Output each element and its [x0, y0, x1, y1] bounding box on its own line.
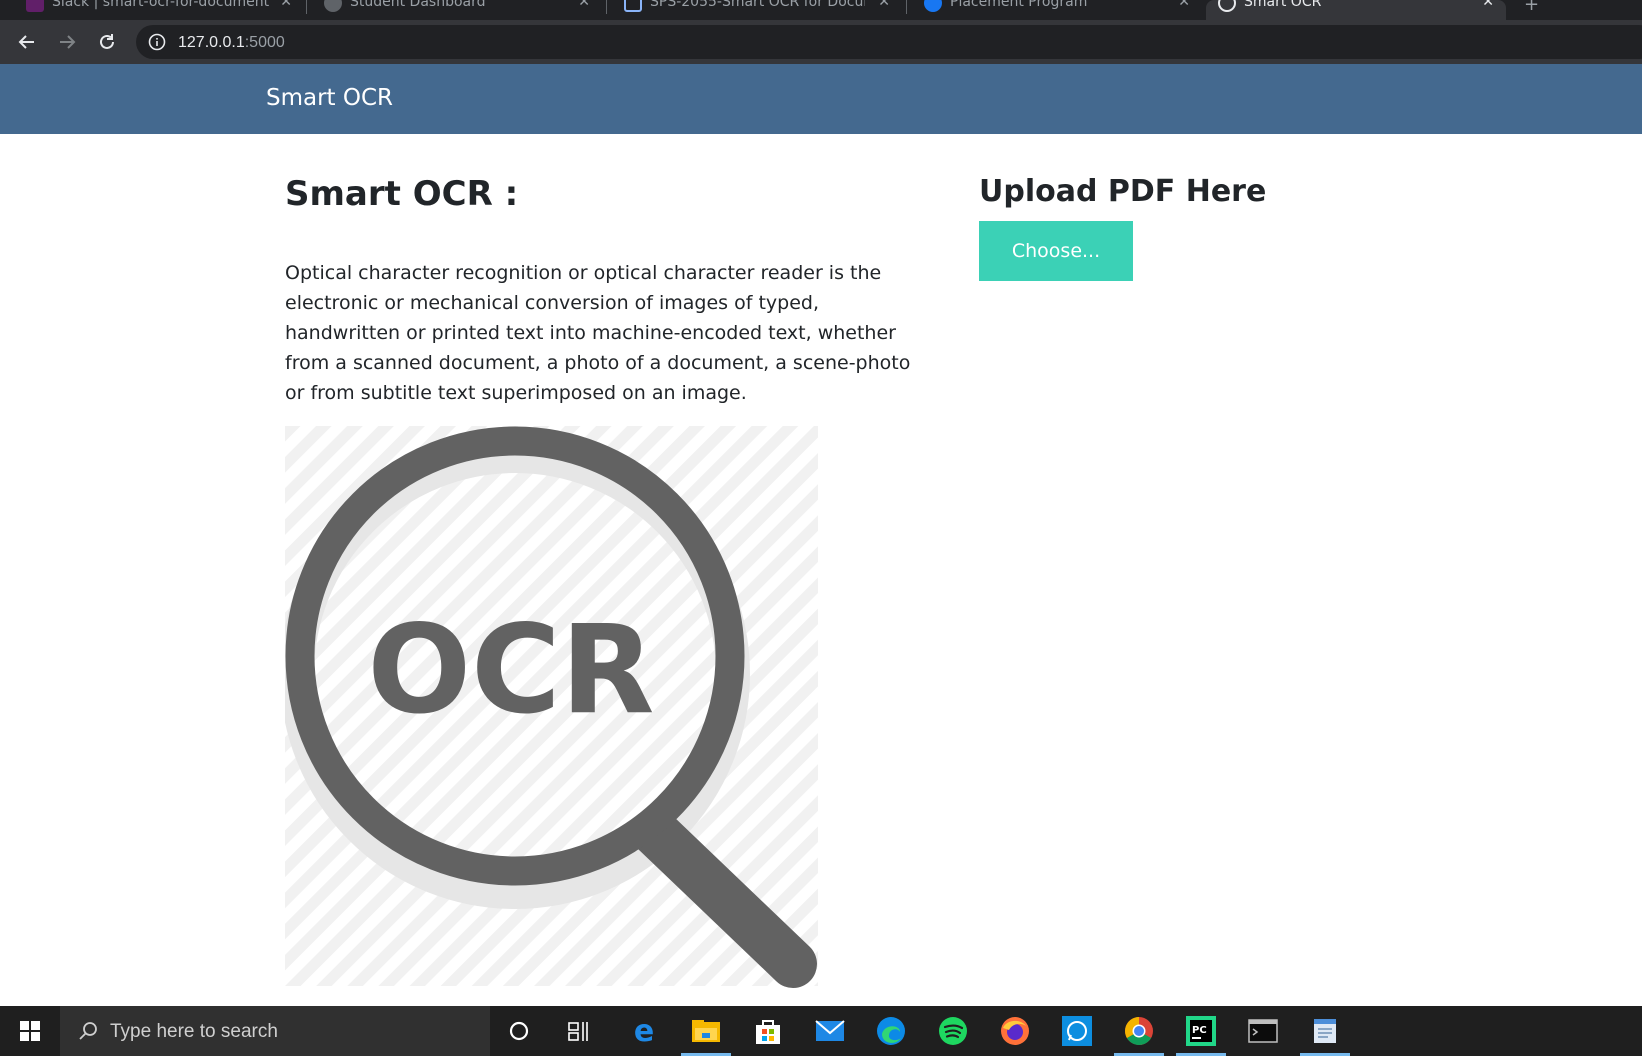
taskbar-search-box[interactable]: Type here to search — [60, 1006, 490, 1056]
edge-legacy-icon[interactable]: e — [628, 1014, 660, 1049]
placement-icon — [924, 0, 942, 12]
globe-icon — [324, 0, 342, 12]
windows-logo-icon — [20, 1021, 40, 1041]
reload-button[interactable] — [93, 28, 121, 56]
close-tab-icon[interactable]: ✕ — [878, 0, 890, 10]
reload-icon — [100, 34, 114, 49]
whatsapp-icon[interactable] — [1061, 1015, 1093, 1047]
tab-separator — [606, 0, 607, 14]
tab-title: Smart OCR — [1244, 0, 1322, 10]
document-icon — [624, 0, 642, 12]
navbar-brand[interactable]: Smart OCR — [266, 85, 393, 111]
mail-icon[interactable] — [814, 1015, 846, 1047]
back-button[interactable] — [13, 28, 41, 56]
tab-separator — [906, 0, 907, 14]
address-bar[interactable]: 127.0.0.1:5000 — [136, 25, 1642, 59]
arrow-left-icon — [18, 35, 34, 49]
browser-tab-slack[interactable]: Slack | smart-ocr-for-document ✕ — [14, 0, 304, 20]
hero-ocr-text: OCR — [367, 599, 654, 741]
close-tab-icon[interactable]: ✕ — [280, 0, 292, 10]
pycharm-icon[interactable]: PC — [1185, 1015, 1217, 1047]
info-icon[interactable] — [148, 33, 166, 51]
tab-title: Student Dashboard — [350, 0, 486, 10]
page-content: Smart OCR : Optical character recognitio… — [0, 134, 1642, 1006]
url-host: 127.0.0.1 — [178, 34, 245, 51]
arrow-right-icon — [60, 35, 76, 49]
browser-tab-placement[interactable]: Placement Program ✕ — [912, 0, 1202, 20]
tab-separator — [306, 0, 307, 14]
browser-tab-sps[interactable]: SPS-2055-Smart OCR for Docum ✕ — [612, 0, 902, 20]
search-icon — [79, 1022, 97, 1040]
spotify-icon[interactable] — [937, 1015, 969, 1047]
task-view-icon[interactable] — [563, 1015, 595, 1047]
tab-title: Slack | smart-ocr-for-document — [52, 0, 270, 10]
browser-tab-smart-ocr[interactable]: Smart OCR ✕ — [1206, 0, 1506, 20]
taskbar-search-placeholder: Type here to search — [110, 1021, 278, 1042]
upload-title: Upload PDF Here — [979, 174, 1267, 209]
terminal-icon[interactable] — [1247, 1015, 1279, 1047]
edge-icon[interactable] — [875, 1015, 907, 1047]
file-explorer-icon[interactable] — [690, 1015, 722, 1047]
svg-text:PC: PC — [1192, 1025, 1207, 1036]
site-navbar: Smart OCR — [0, 64, 1642, 134]
start-button[interactable] — [0, 1006, 60, 1056]
windows-taskbar: Type here to search e PC — [0, 1006, 1642, 1056]
new-tab-icon[interactable]: + — [1524, 0, 1539, 15]
chrome-icon[interactable] — [1123, 1015, 1155, 1047]
url-port: :5000 — [244, 34, 285, 51]
browser-tab-strip: Slack | smart-ocr-for-document ✕ Student… — [0, 0, 1642, 20]
close-tab-icon[interactable]: ✕ — [1482, 0, 1494, 10]
forward-button[interactable] — [53, 28, 81, 56]
page-title: Smart OCR : — [285, 174, 519, 214]
tab-title: SPS-2055-Smart OCR for Docum — [650, 0, 865, 10]
slack-icon — [26, 0, 44, 12]
choose-file-button[interactable]: Choose... — [979, 221, 1133, 281]
url-text: 127.0.0.1:5000 — [178, 34, 285, 52]
close-tab-icon[interactable]: ✕ — [1178, 0, 1190, 10]
globe-icon — [1218, 0, 1236, 12]
notepad-icon[interactable] — [1309, 1015, 1341, 1047]
firefox-icon[interactable] — [999, 1015, 1031, 1047]
store-icon[interactable] — [752, 1015, 784, 1047]
browser-toolbar: 127.0.0.1:5000 — [0, 20, 1642, 64]
close-tab-icon[interactable]: ✕ — [578, 0, 590, 10]
cortana-icon[interactable] — [503, 1015, 535, 1047]
ocr-description: Optical character recognition or optical… — [285, 262, 911, 404]
tab-title: Placement Program — [950, 0, 1088, 10]
ocr-magnifier-image: OCR — [285, 426, 818, 988]
browser-tab-student-dashboard[interactable]: Student Dashboard ✕ — [312, 0, 602, 20]
